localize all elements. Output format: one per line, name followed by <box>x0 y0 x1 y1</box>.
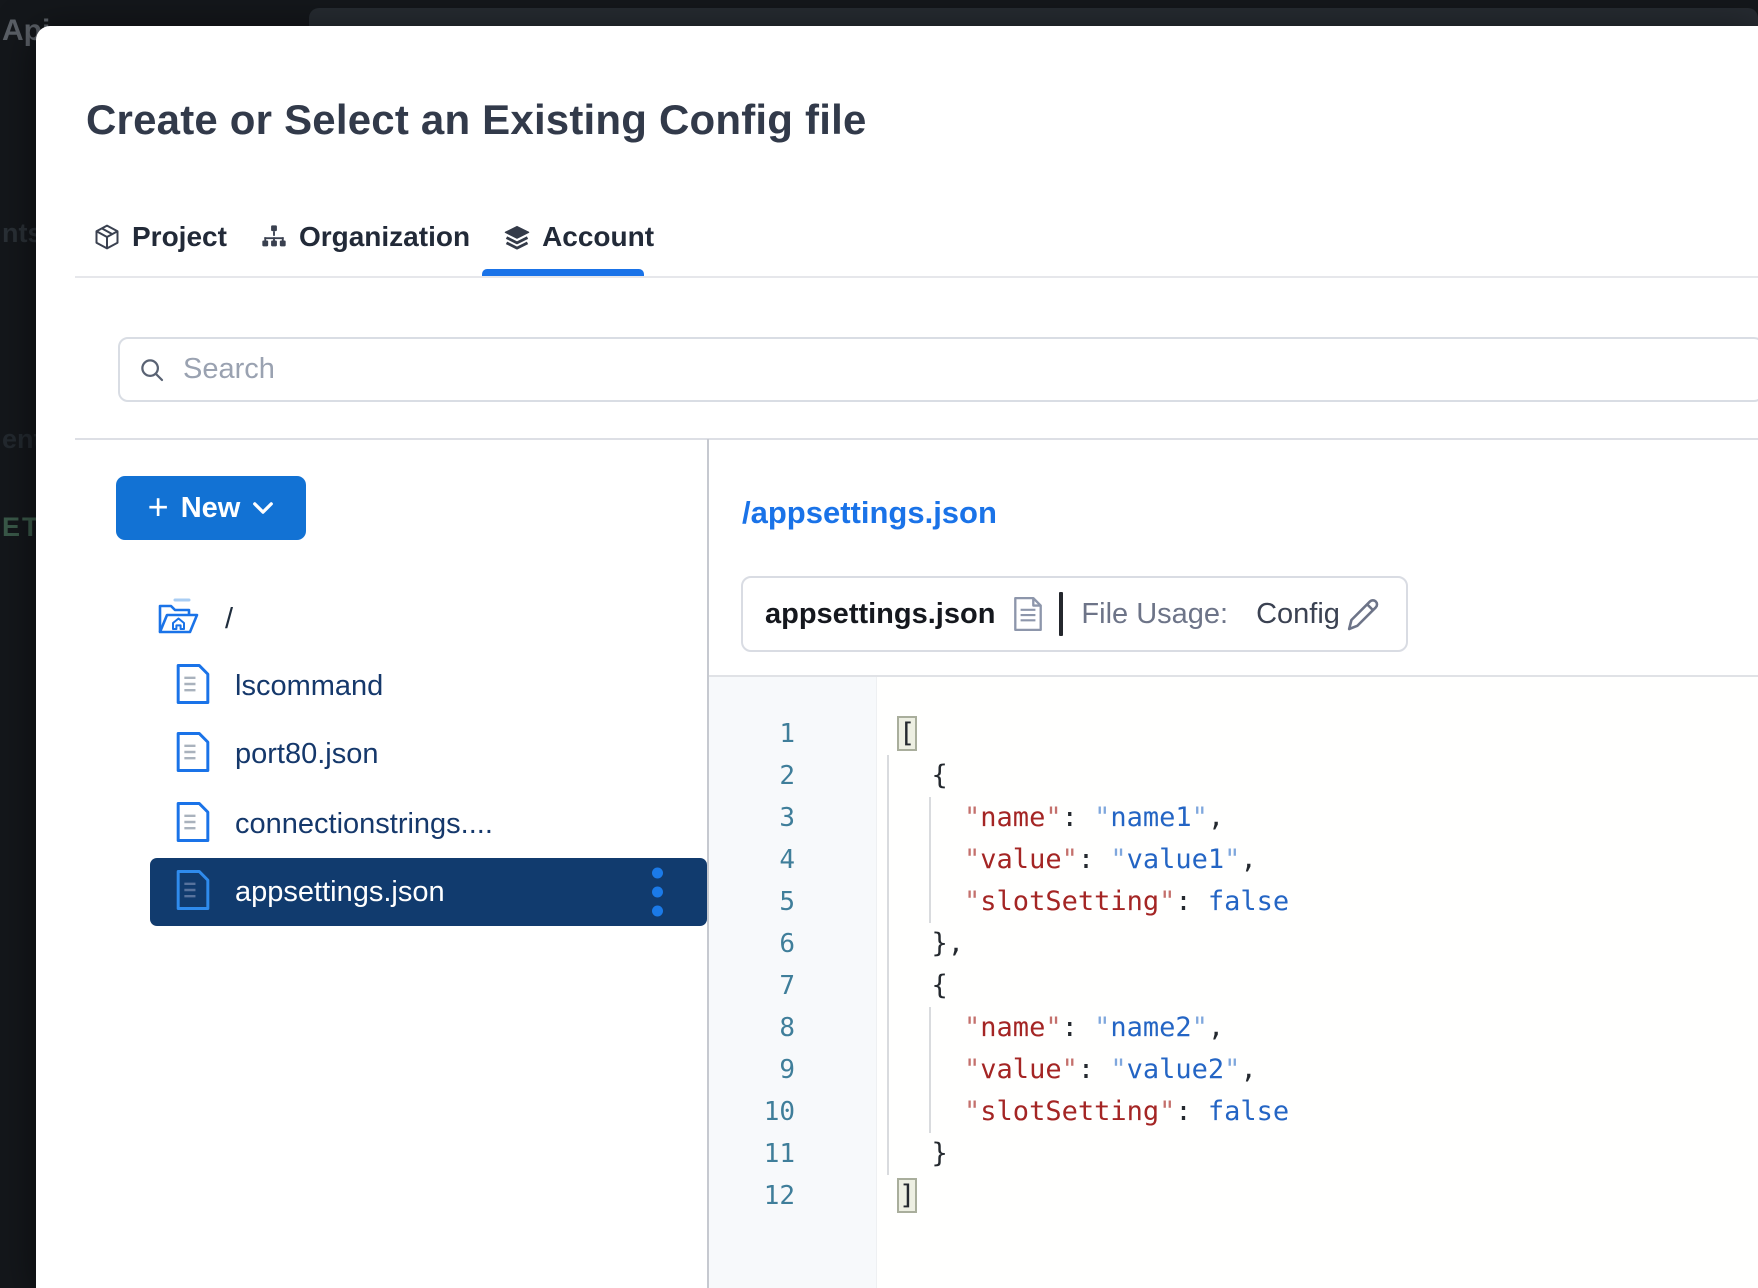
tree-root-folder[interactable]: / <box>155 591 233 647</box>
package-icon <box>93 223 121 251</box>
plus-icon: + <box>148 489 169 525</box>
tab-label: Organization <box>299 221 470 253</box>
search-icon <box>137 355 167 385</box>
file-name: lscommand <box>235 670 383 703</box>
document-icon <box>1013 596 1043 632</box>
edit-pencil-icon[interactable] <box>1342 594 1382 634</box>
modal-title: Create or Select an Existing Config file <box>86 96 867 144</box>
file-usage-value: Config <box>1256 598 1340 631</box>
file-row[interactable]: port80.json <box>175 726 379 782</box>
chevron-down-icon <box>252 501 274 515</box>
document-icon <box>175 869 211 916</box>
file-name: appsettings.json <box>235 876 445 909</box>
config-file-modal: Create or Select an Existing Config file… <box>36 26 1758 1288</box>
code-viewer: 123456789101112 [ { "name": "name1", "va… <box>709 675 1758 1288</box>
search-input[interactable] <box>181 352 1334 387</box>
tabs-divider <box>75 276 1758 278</box>
screen: Api nts ents ET Create or Select an Exis… <box>0 0 1758 1288</box>
home-folder-icon <box>155 596 201 643</box>
file-name: connectionstrings.... <box>235 808 493 841</box>
tab-organization[interactable]: Organization <box>260 221 470 253</box>
file-usage-label: File Usage: <box>1081 598 1228 631</box>
file-row[interactable]: lscommand <box>175 658 383 714</box>
root-folder-label: / <box>225 603 233 636</box>
file-path-link[interactable]: /appsettings.json <box>742 495 997 531</box>
file-name: port80.json <box>235 738 379 771</box>
background-text-fragment: ET <box>2 512 41 543</box>
indent-guide <box>887 755 889 1175</box>
file-preview-pane: /appsettings.json appsettings.json File … <box>709 439 1758 1288</box>
active-tab-indicator <box>482 269 644 276</box>
org-chart-icon <box>260 223 288 251</box>
tab-label: Account <box>542 221 654 253</box>
search-box <box>118 337 1758 402</box>
file-row-selected[interactable]: appsettings.json <box>150 858 707 926</box>
scope-tabs: Project Organization <box>93 212 654 262</box>
document-icon <box>175 663 211 710</box>
file-row[interactable]: connectionstrings.... <box>175 796 493 852</box>
file-name: appsettings.json <box>765 598 995 631</box>
tab-account[interactable]: Account <box>503 221 654 253</box>
separator-bar <box>1059 592 1063 636</box>
file-usage-box: appsettings.json File Usage: Config <box>741 576 1408 652</box>
document-icon <box>175 801 211 848</box>
layers-icon <box>503 223 531 251</box>
line-numbers: 123456789101112 <box>709 713 795 1217</box>
new-button[interactable]: + New <box>116 476 306 540</box>
tab-project[interactable]: Project <box>93 221 227 253</box>
document-icon <box>175 731 211 778</box>
file-tree-pane: + New / <box>36 439 707 1288</box>
code-lines: [ { "name": "name1", "value": "value1", … <box>899 713 1289 1217</box>
kebab-menu-icon[interactable] <box>648 864 667 921</box>
tab-label: Project <box>132 221 227 253</box>
